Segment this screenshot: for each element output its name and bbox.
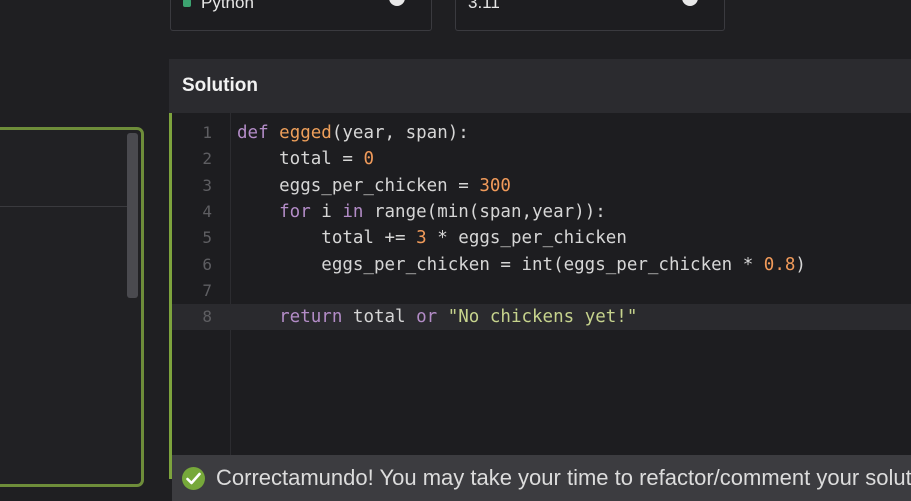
solution-header: Solution	[169, 59, 911, 113]
line-number: 7	[202, 280, 212, 300]
code-token: in	[342, 201, 374, 222]
result-message: Correctamundo! You may take your time to…	[216, 465, 911, 490]
code-text[interactable]: total = 0	[237, 146, 374, 172]
code-token: 0	[363, 149, 374, 170]
language-label: Python	[201, 0, 254, 12]
code-line[interactable]: 8 return total or "No chickens yet!"	[172, 304, 911, 331]
code-line[interactable]: 3 eggs_per_chicken = 300	[172, 173, 911, 199]
code-editor[interactable]: 1 def egged(year, span): 2 total = 03 eggs…	[169, 113, 911, 501]
language-toggle-icon[interactable]	[389, 0, 405, 6]
code-token: * eggs_per_chicken	[426, 228, 627, 249]
code-token: total +=	[237, 228, 417, 249]
code-token: egged	[279, 123, 332, 143]
solution-title: Solution	[182, 75, 258, 96]
version-toggle-icon[interactable]	[682, 0, 698, 6]
code-token: 300	[479, 175, 511, 196]
code-token: i	[321, 201, 343, 222]
code-line[interactable]: 5 total += 3 * eggs_per_chicken	[172, 225, 911, 251]
panel-divider	[0, 206, 131, 207]
code-token: )	[795, 254, 806, 275]
check-circle-icon	[182, 466, 205, 490]
code-token: range(min(span,year)):	[373, 201, 606, 222]
line-number: 8	[202, 307, 212, 327]
code-token: def	[237, 123, 280, 143]
code-line[interactable]: 7	[172, 278, 911, 304]
line-number: 2	[202, 149, 212, 169]
code-token: (year, span):	[331, 123, 469, 143]
code-token: return	[237, 307, 353, 328]
version-label: 3.11	[468, 0, 500, 12]
instructions-panel	[0, 127, 144, 487]
code-token: total	[352, 307, 417, 328]
code-text[interactable]: def egged(year, span):	[237, 120, 469, 146]
line-number: 4	[202, 201, 212, 221]
code-text[interactable]: for i in range(min(span,year)):	[237, 199, 606, 225]
code-token: "No chickens yet!"	[447, 307, 638, 328]
code-line[interactable]: 4 for i in range(min(span,year)):	[172, 199, 911, 225]
code-token: or	[416, 307, 448, 328]
code-text[interactable]: eggs_per_chicken = 300	[237, 173, 511, 199]
code-token: total =	[237, 149, 364, 170]
code-text[interactable]: eggs_per_chicken = int(eggs_per_chicken …	[237, 252, 806, 278]
code-text[interactable]: total += 3 * eggs_per_chicken	[237, 225, 627, 251]
result-banner: Correctamundo! You may take your time to…	[172, 455, 911, 501]
code-token: 0.8	[763, 254, 796, 275]
code-line[interactable]: 2 total = 0	[172, 146, 911, 172]
line-number: 6	[202, 254, 212, 274]
code-text[interactable]: return total or "No chickens yet!"	[237, 304, 637, 330]
line-number: 3	[202, 175, 212, 195]
code-token: eggs_per_chicken = int(eggs_per_chicken …	[237, 254, 764, 275]
line-number: 5	[202, 228, 212, 248]
code-line[interactable]: 1 def egged(year, span):	[172, 120, 911, 146]
code-token: eggs_per_chicken =	[237, 175, 480, 196]
code-token: for	[237, 201, 322, 222]
python-icon	[183, 0, 191, 7]
line-number: 1	[202, 123, 212, 142]
code-line[interactable]: 6 eggs_per_chicken = int(eggs_per_chicke…	[172, 252, 911, 278]
solution-panel: Solution 1 def egged(year, span): 2 total …	[169, 59, 911, 501]
code-token: 3	[416, 228, 427, 249]
panel-scrollbar[interactable]	[127, 133, 138, 298]
version-select[interactable]: 3.11	[455, 0, 725, 31]
language-select[interactable]: Python	[170, 0, 432, 31]
